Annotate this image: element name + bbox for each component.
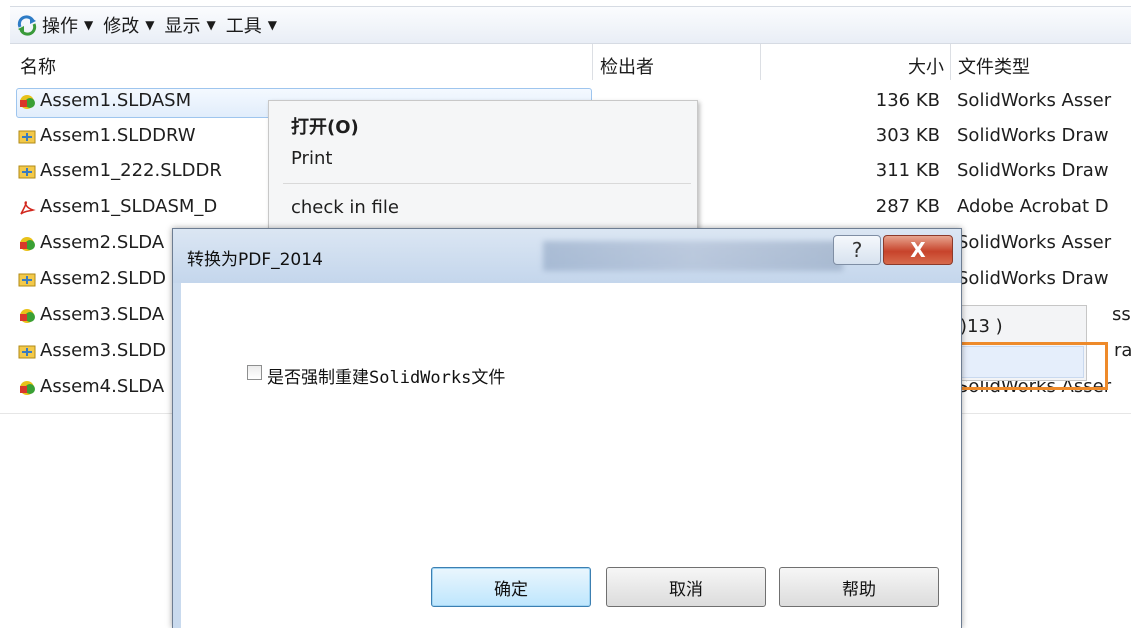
file-type: SolidWorks Asser (957, 90, 1112, 111)
menu-item-check-in[interactable]: check in file (291, 197, 399, 218)
assembly-icon (20, 309, 35, 323)
menu-display[interactable]: 显示 ▼ (164, 12, 215, 38)
drawing-icon (18, 273, 36, 287)
file-name: Assem1_222.SLDDR (40, 160, 222, 181)
dialog-titlebar[interactable]: 转换为PDF_2014 ? X (173, 229, 961, 283)
file-type: SolidWorks Draw (957, 160, 1109, 181)
assembly-icon (20, 381, 35, 395)
menu-item-print[interactable]: Print (291, 148, 332, 169)
help-button[interactable]: ? (833, 235, 881, 265)
cancel-button[interactable]: 取消 (606, 567, 766, 607)
menu-tools-label: 工具 (225, 16, 262, 37)
drawing-icon (18, 165, 36, 179)
file-type: SolidWorks Draw (957, 268, 1109, 289)
annotation-highlight-box (950, 342, 1108, 390)
column-divider[interactable] (950, 44, 951, 80)
menu-operation-label: 操作 (42, 16, 78, 37)
force-rebuild-label[interactable]: 是否强制重建SolidWorks文件 (267, 363, 505, 388)
file-name: Assem3.SLDA (40, 304, 165, 325)
pdf-icon (20, 201, 36, 215)
drawing-icon (18, 345, 36, 359)
dialog-title: 转换为PDF_2014 (187, 250, 323, 270)
help-dialog-button[interactable]: 帮助 (779, 567, 939, 607)
assembly-icon (20, 237, 35, 251)
file-type: sser (1112, 304, 1131, 325)
file-name: Assem1_SLDASM_D (40, 196, 218, 217)
vault-toolbar: 操作 ▼ 修改 ▼ 显示 ▼ 工具 ▼ (10, 6, 1131, 44)
column-header-type[interactable]: 文件类型 (958, 52, 1030, 80)
column-header-checked-out-by[interactable]: 检出者 (600, 52, 654, 80)
column-divider[interactable] (592, 44, 593, 80)
file-type: SolidWorks Asser (957, 232, 1112, 253)
close-button[interactable]: X (883, 235, 953, 265)
file-name: Assem1.SLDDRW (40, 125, 196, 146)
file-size: 303 KB (875, 125, 940, 146)
file-size: 136 KB (875, 90, 940, 111)
column-header-name[interactable]: 名称 (20, 52, 56, 80)
file-name: Assem2.SLDD (40, 268, 167, 289)
ok-button[interactable]: 确定 (431, 567, 591, 607)
blurred-background (543, 241, 843, 271)
file-name: Assem1.SLDASM (40, 90, 192, 111)
menu-operation[interactable]: 操作 ▼ (42, 12, 93, 38)
menu-modify[interactable]: 修改 ▼ (103, 12, 154, 38)
menu-item-open[interactable]: 打开(O) (291, 113, 359, 139)
file-name: Assem2.SLDA (40, 232, 165, 253)
column-divider[interactable] (760, 44, 761, 80)
column-header-size[interactable]: 大小 (870, 52, 944, 80)
menu-display-label: 显示 (164, 16, 201, 37)
chevron-down-icon: ▼ (145, 18, 155, 32)
chevron-down-icon: ▼ (267, 18, 277, 32)
convert-pdf-dialog: 转换为PDF_2014 ? X 是否强制重建SolidWorks文件 确定 取消… (172, 228, 962, 628)
file-size: 287 KB (875, 196, 940, 217)
file-name: Assem4.SLDA (40, 376, 165, 397)
file-type: Adobe Acrobat D (957, 196, 1109, 217)
chevron-down-icon: ▼ (84, 18, 94, 32)
refresh-icon[interactable] (16, 14, 38, 36)
drawing-icon (18, 130, 36, 144)
file-type: SolidWorks Draw (957, 125, 1109, 146)
assembly-icon (20, 95, 35, 109)
file-type: raw (1114, 340, 1131, 361)
file-name: Assem3.SLDD (40, 340, 167, 361)
force-rebuild-checkbox[interactable] (247, 365, 262, 380)
dialog-body: 是否强制重建SolidWorks文件 确定 取消 帮助 (181, 283, 961, 628)
menu-modify-label: 修改 (103, 16, 140, 37)
menu-tools[interactable]: 工具 ▼ (226, 12, 277, 38)
chevron-down-icon: ▼ (206, 18, 216, 32)
submenu-text: )13 ) (960, 316, 1003, 337)
file-size: 311 KB (875, 160, 940, 181)
menu-separator (283, 183, 691, 184)
